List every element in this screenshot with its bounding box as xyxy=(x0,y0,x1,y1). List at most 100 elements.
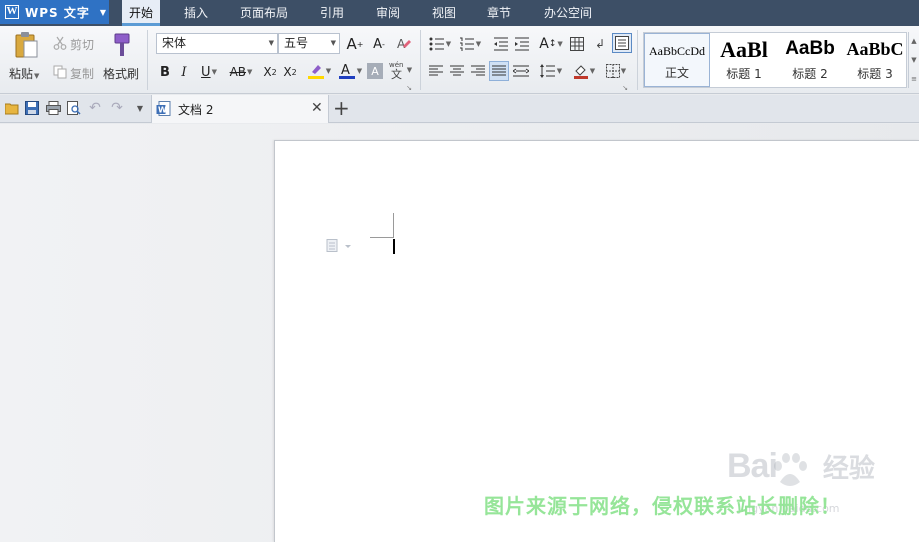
document-icon: W xyxy=(156,101,172,117)
tab-section[interactable]: 章节 xyxy=(479,0,519,26)
app-name: WPS 文字 xyxy=(25,5,90,20)
cut-button[interactable]: 剪切 xyxy=(70,36,94,53)
paragraph-dialog-launcher-icon[interactable]: ↘ xyxy=(621,84,629,92)
copy-icon[interactable] xyxy=(52,64,68,80)
chevron-down-icon: ▼ xyxy=(268,39,274,47)
cut-icon[interactable] xyxy=(52,35,68,51)
subscript-icon[interactable]: X2 xyxy=(281,63,299,81)
show-hide-marks-icon[interactable]: ↲ xyxy=(592,35,608,53)
ribbon: 粘贴▼ 剪切 复制 格式刷 宋体 ▼ 五号 ▼ A + A- A B I U ▼ A… xyxy=(0,26,919,94)
align-right-icon[interactable] xyxy=(470,63,486,79)
style-sample: AaBbCcDd xyxy=(649,44,705,58)
group-divider xyxy=(637,30,638,90)
shrink-font-icon[interactable]: A- xyxy=(370,35,388,53)
paste-icon[interactable] xyxy=(12,30,40,60)
wps-logo-icon: W xyxy=(5,5,19,19)
strikethrough-icon[interactable]: AB ▼ xyxy=(226,63,256,81)
open-folder-icon[interactable] xyxy=(4,100,20,116)
copyright-notice: 图片来源于网络，侵权联系站长删除！ xyxy=(484,494,841,518)
new-tab-icon[interactable]: + xyxy=(333,96,350,120)
increase-indent-icon[interactable] xyxy=(513,35,531,53)
distributed-align-icon[interactable] xyxy=(512,63,530,79)
navigation-pane-icon[interactable] xyxy=(612,33,632,53)
font-color-icon[interactable]: A ▼ xyxy=(336,61,364,81)
text-direction-icon[interactable]: A ↕ ▼ xyxy=(537,34,565,54)
font-dialog-launcher-icon[interactable]: ↘ xyxy=(405,84,413,92)
chevron-up-icon[interactable]: ▲ xyxy=(911,37,916,45)
menu-bar: W WPS 文字 ▼ 开始 插入 页面布局 引用 审阅 视图 章节 办公空间 xyxy=(0,0,919,26)
chevron-down-icon: ▼ xyxy=(34,72,40,80)
align-left-icon[interactable] xyxy=(428,63,444,79)
table-icon[interactable] xyxy=(568,35,586,53)
paste-button[interactable]: 粘贴▼ xyxy=(9,65,39,82)
redo-icon[interactable]: ↷ xyxy=(109,100,125,116)
font-size-value: 五号 xyxy=(284,36,309,50)
tab-bar: ↶ ↷ ▼ W 文档 2 ✕ + xyxy=(0,95,919,123)
more-icon[interactable]: ≡ xyxy=(911,75,917,83)
svg-text:A: A xyxy=(397,37,406,51)
italic-icon[interactable]: I xyxy=(177,63,191,81)
tab-view[interactable]: 视图 xyxy=(424,0,464,26)
watermark-brand-suffix: 经验 xyxy=(822,453,875,483)
font-family-value: 宋体 xyxy=(162,36,187,50)
undo-icon[interactable]: ↶ xyxy=(87,100,103,116)
format-painter-button[interactable]: 格式刷 xyxy=(103,65,139,82)
bullet-list-icon[interactable]: ▼ xyxy=(427,35,453,53)
chevron-down-icon[interactable]: ▼ xyxy=(911,56,916,64)
grow-font-icon[interactable]: A + xyxy=(345,34,365,54)
borders-icon[interactable]: ▼ xyxy=(602,61,630,81)
style-sample: AaBl xyxy=(720,37,768,62)
customize-toolbar-icon[interactable]: ▼ xyxy=(132,100,148,116)
underline-icon[interactable]: U ▼ xyxy=(196,63,222,81)
styles-gallery: AaBbCcDd 正文 AaBl 标题 1 AaBb 标题 2 AaBbC 标题… xyxy=(643,32,907,88)
format-painter-icon[interactable] xyxy=(108,31,134,59)
style-sample: AaBbC xyxy=(846,39,904,59)
font-size-select[interactable]: 五号 ▼ xyxy=(278,33,340,54)
tab-office-space[interactable]: 办公空间 xyxy=(538,0,598,26)
decrease-indent-icon[interactable] xyxy=(492,35,510,53)
group-divider xyxy=(420,30,421,90)
style-heading-1[interactable]: AaBl 标题 1 xyxy=(711,33,777,87)
svg-text:W: W xyxy=(158,106,167,115)
margin-corner-mark xyxy=(370,237,394,238)
style-sample: AaBb xyxy=(785,38,835,59)
paste-label: 粘贴 xyxy=(9,67,34,81)
print-icon[interactable] xyxy=(45,100,61,116)
copy-button[interactable]: 复制 xyxy=(70,65,94,82)
tab-references[interactable]: 引用 xyxy=(312,0,352,26)
phonetic-guide-icon[interactable]: wén 文 ▼ xyxy=(386,59,414,81)
print-preview-icon[interactable] xyxy=(66,100,82,116)
align-center-icon[interactable] xyxy=(449,63,465,79)
group-divider xyxy=(147,30,148,90)
clear-format-icon[interactable]: A xyxy=(395,35,413,53)
svg-text:文: 文 xyxy=(391,67,402,80)
shading-icon[interactable]: ▼ xyxy=(570,61,598,81)
chevron-down-icon: ▼ xyxy=(99,7,107,17)
justify-icon[interactable] xyxy=(489,61,509,81)
tab-review[interactable]: 审阅 xyxy=(368,0,408,26)
save-icon[interactable] xyxy=(24,100,40,116)
superscript-icon[interactable]: X2 xyxy=(261,63,279,81)
style-normal[interactable]: AaBbCcDd 正文 xyxy=(644,33,710,87)
paragraph-layout-icon[interactable] xyxy=(326,239,354,253)
style-name: 标题 3 xyxy=(857,67,893,81)
tab-home[interactable]: 开始 xyxy=(122,0,160,26)
style-heading-3[interactable]: AaBbC 标题 3 xyxy=(843,33,907,87)
document-title: 文档 2 xyxy=(178,103,214,117)
tab-insert[interactable]: 插入 xyxy=(176,0,216,26)
style-name: 标题 1 xyxy=(726,67,762,81)
style-heading-2[interactable]: AaBb 标题 2 xyxy=(777,33,843,87)
baidu-paw-icon xyxy=(770,452,810,492)
app-menu-button[interactable]: W WPS 文字 ▼ xyxy=(0,0,109,24)
numbered-list-icon[interactable]: ▼ xyxy=(457,35,483,53)
char-shading-icon[interactable]: A xyxy=(367,63,383,79)
line-spacing-icon[interactable]: ▼ xyxy=(537,61,565,81)
text-caret xyxy=(393,239,395,254)
font-family-select[interactable]: 宋体 ▼ xyxy=(156,33,278,54)
document-tab[interactable]: W 文档 2 ✕ xyxy=(151,95,329,123)
bold-icon[interactable]: B xyxy=(157,63,173,81)
highlight-color-icon[interactable]: ▼ xyxy=(305,61,333,81)
close-icon[interactable]: ✕ xyxy=(311,100,323,116)
styles-scroll[interactable]: ▲ ▼ ≡ xyxy=(908,32,919,88)
tab-page-layout[interactable]: 页面布局 xyxy=(234,0,294,26)
